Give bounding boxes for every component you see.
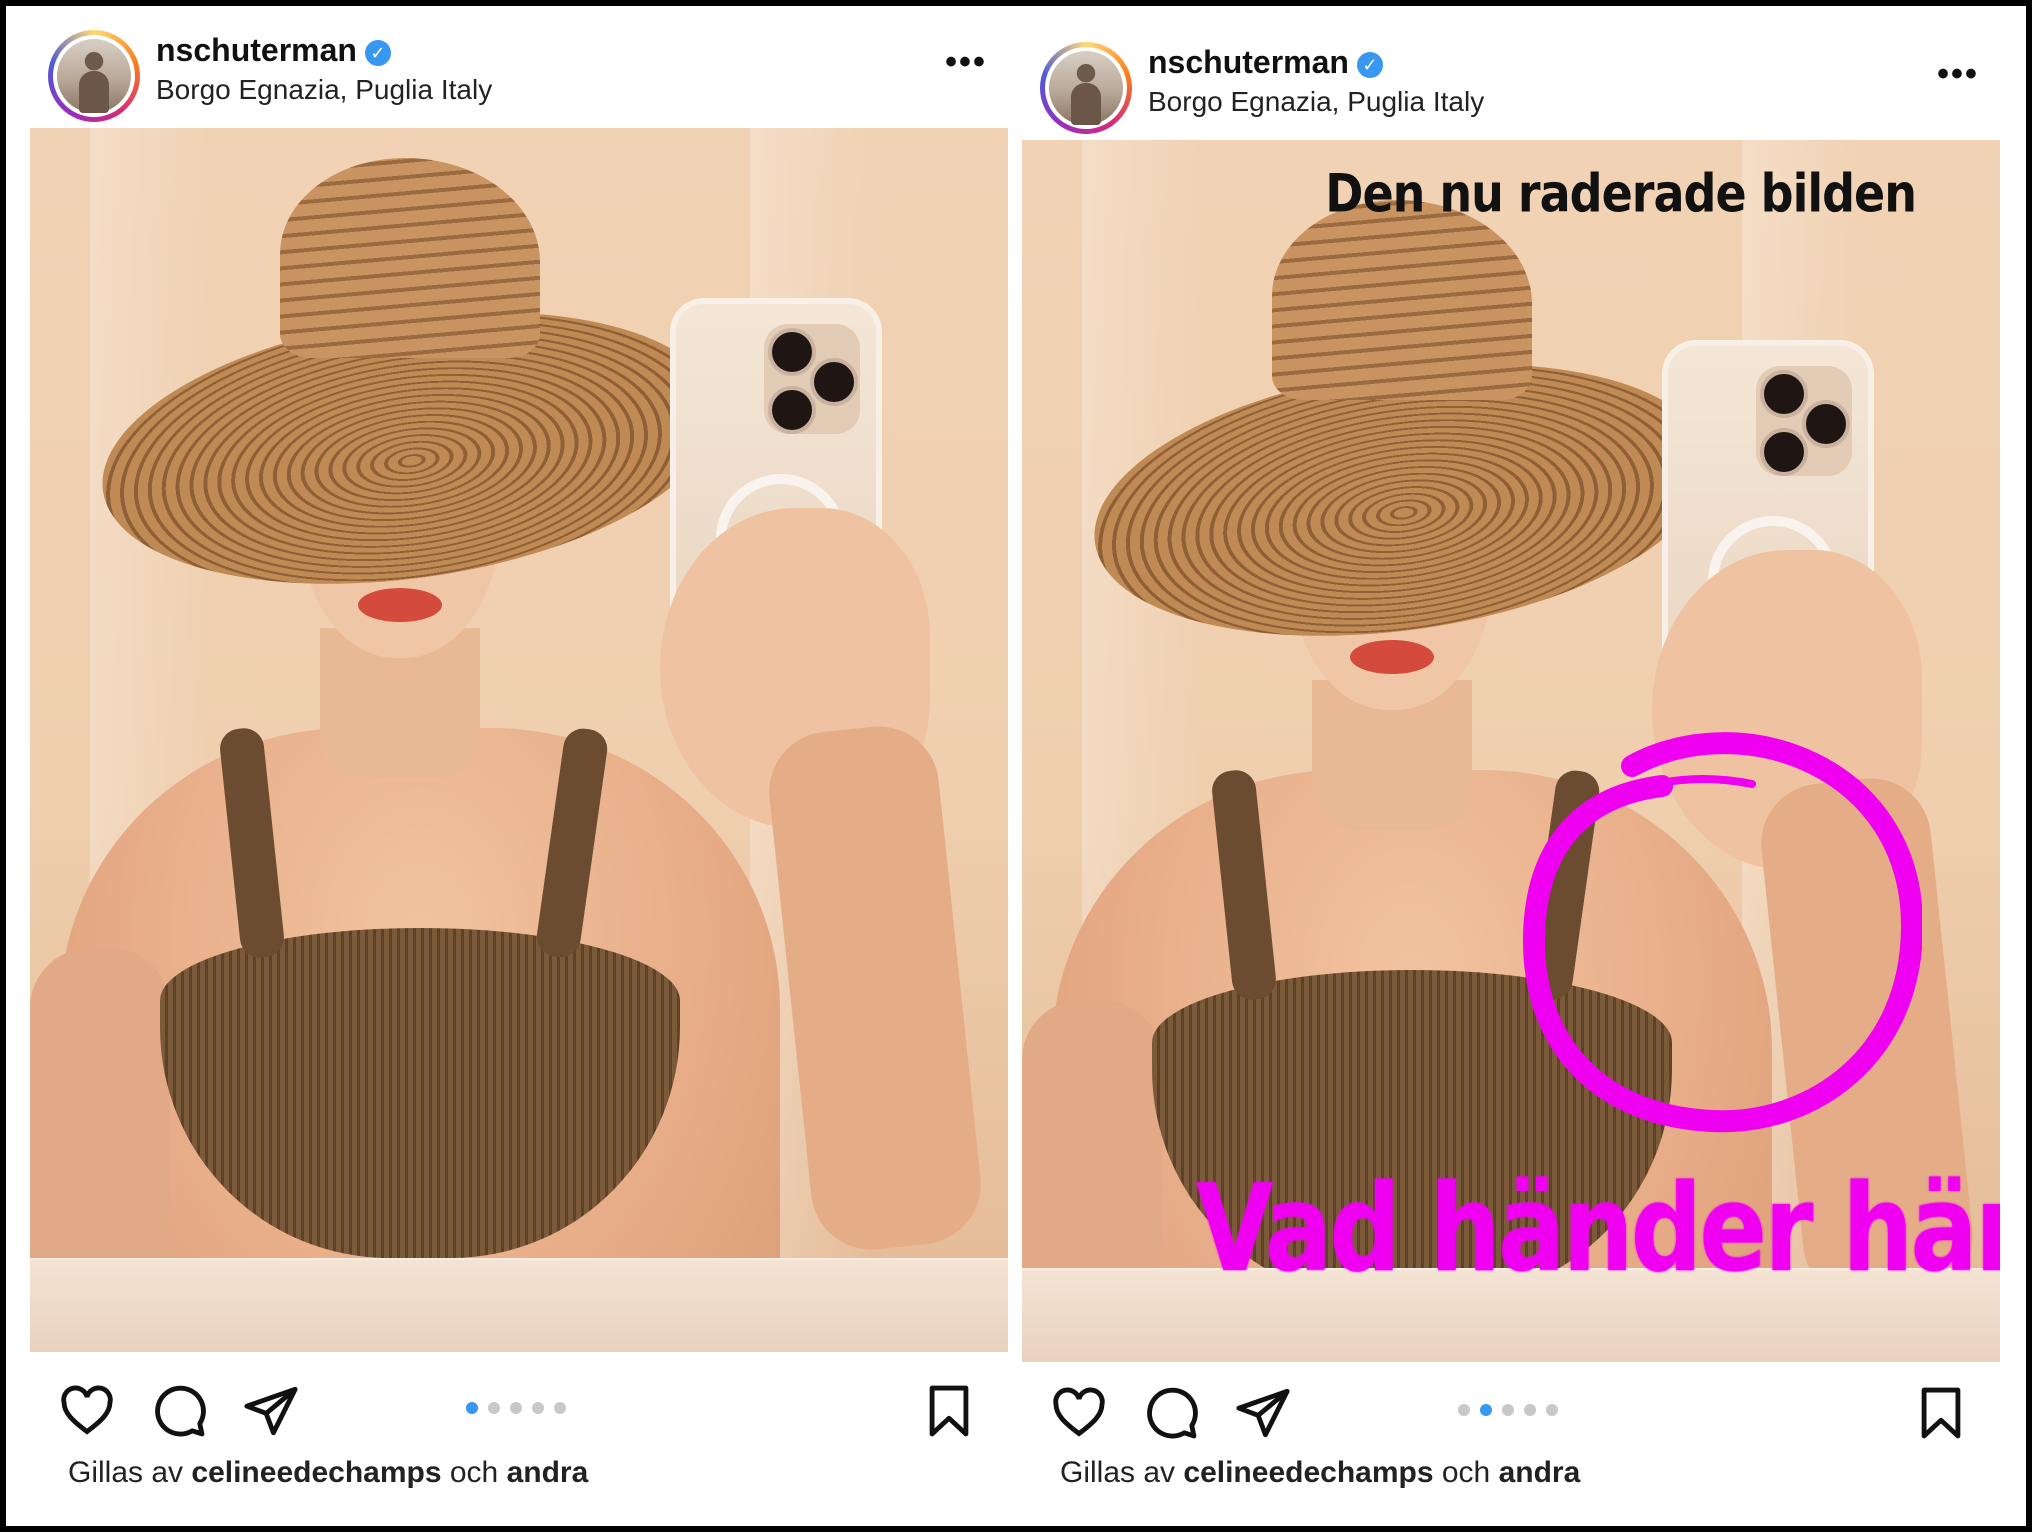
profile-avatar[interactable] — [48, 30, 140, 122]
send-icon[interactable] — [1234, 1384, 1292, 1442]
post-photo[interactable]: Den nu raderade bilden Vad händer här? — [1022, 140, 2000, 1362]
liked-by-user-link[interactable]: celineedechamps — [1183, 1456, 1433, 1489]
post-header: nschuterman ✓ Borgo Egnazia, Puglia Italy… — [1022, 36, 2012, 136]
carousel-dot — [532, 1402, 544, 1414]
location-link[interactable]: Borgo Egnazia, Puglia Italy — [156, 74, 492, 106]
carousel-dot — [488, 1402, 500, 1414]
carousel-dot — [510, 1402, 522, 1414]
more-options-icon[interactable]: ••• — [1928, 54, 1988, 94]
instagram-post-right: nschuterman ✓ Borgo Egnazia, Puglia Italy… — [1022, 36, 2012, 1524]
comment-icon[interactable] — [150, 1382, 208, 1440]
carousel-dot — [554, 1402, 566, 1414]
sink-counter — [30, 1258, 1008, 1352]
send-icon[interactable] — [242, 1382, 300, 1440]
carousel-dot — [1546, 1404, 1558, 1416]
others-link[interactable]: andra — [1499, 1456, 1581, 1489]
profile-avatar[interactable] — [1040, 42, 1132, 134]
instagram-post-left: nschuterman ✓ Borgo Egnazia, Puglia Italy… — [30, 24, 1020, 1524]
post-actions-bar — [1022, 1372, 2012, 1452]
username-link[interactable]: nschuterman ✓ — [1148, 44, 1383, 81]
carousel-dot — [1480, 1404, 1492, 1416]
annotation-title: Den nu raderade bilden — [1325, 161, 1917, 225]
carousel-dot — [1458, 1404, 1470, 1416]
liked-by-user-link[interactable]: celineedechamps — [191, 1456, 441, 1489]
comment-icon[interactable] — [1142, 1384, 1200, 1442]
bookmark-icon[interactable] — [920, 1382, 978, 1440]
carousel-dot — [1524, 1404, 1536, 1416]
screenshot-frame: nschuterman ✓ Borgo Egnazia, Puglia Italy… — [6, 6, 2026, 1526]
verified-badge-icon: ✓ — [1356, 52, 1383, 78]
location-link[interactable]: Borgo Egnazia, Puglia Italy — [1148, 86, 1484, 118]
post-photo[interactable] — [30, 128, 1008, 1352]
post-actions-bar — [30, 1370, 1020, 1450]
carousel-dot — [466, 1402, 478, 1414]
likes-summary[interactable]: Gillas av celineedechamps och andra — [1060, 1456, 1580, 1490]
verified-badge-icon: ✓ — [364, 40, 391, 66]
bookmark-icon[interactable] — [1912, 1384, 1970, 1442]
annotation-circle — [1522, 732, 1922, 1133]
carousel-dot — [1502, 1404, 1514, 1416]
more-options-icon[interactable]: ••• — [936, 42, 996, 82]
username-link[interactable]: nschuterman ✓ — [156, 32, 391, 69]
annotation-question: Vad händer här? — [1196, 1158, 2000, 1299]
heart-icon[interactable] — [58, 1382, 116, 1440]
likes-summary[interactable]: Gillas av celineedechamps och andra — [68, 1456, 588, 1490]
post-header: nschuterman ✓ Borgo Egnazia, Puglia Italy… — [30, 24, 1020, 124]
others-link[interactable]: andra — [507, 1456, 589, 1489]
heart-icon[interactable] — [1050, 1384, 1108, 1442]
